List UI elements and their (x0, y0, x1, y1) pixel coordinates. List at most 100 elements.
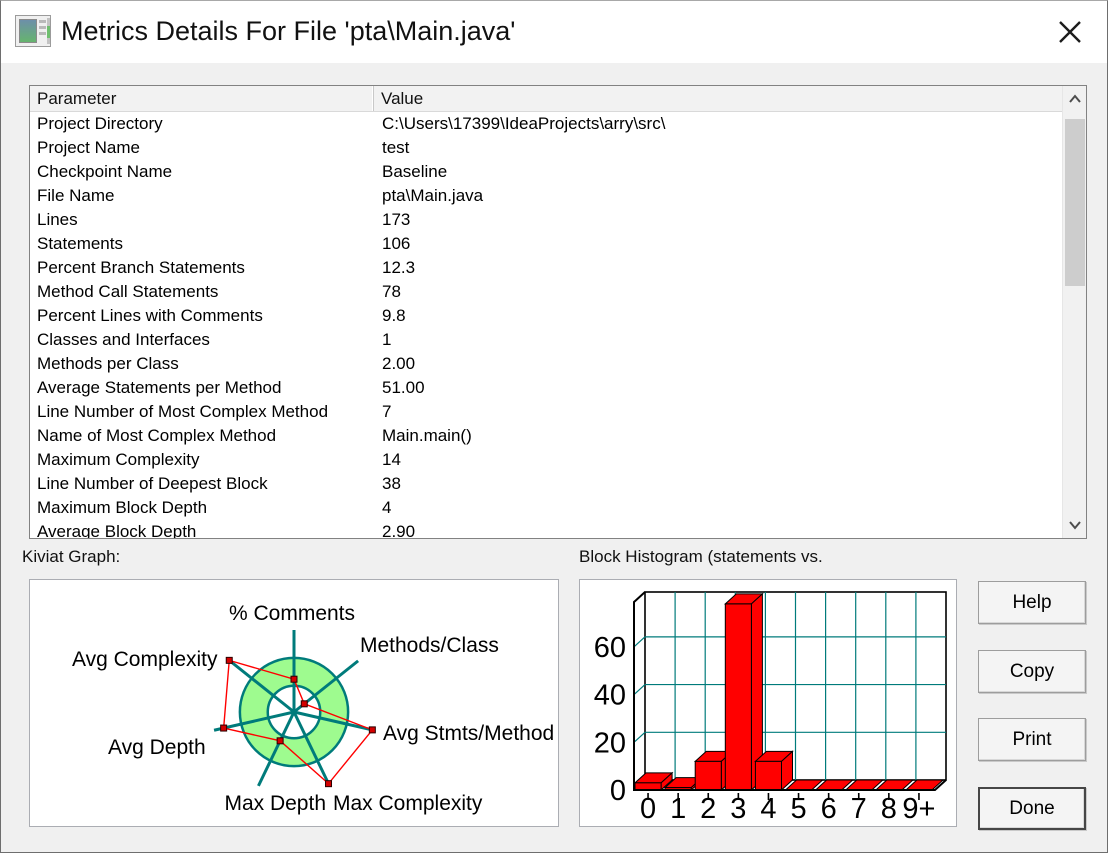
table-row: Project Directory C:\Users\17399\IdeaProj… (30, 112, 1062, 136)
value-cell: 2.90 (382, 522, 416, 538)
close-icon (1059, 21, 1081, 43)
value-cell: 4 (382, 498, 392, 517)
parameter-cell: Maximum Block Depth (37, 498, 208, 517)
table-row: Methods per Class 2.00 (30, 352, 1062, 376)
table-row: Checkpoint Name Baseline (30, 160, 1062, 184)
svg-text:40: 40 (594, 680, 626, 712)
table-row: Average Statements per Method 51.00 (30, 376, 1062, 400)
chevron-up-icon (1069, 94, 1081, 103)
parameter-column-header[interactable]: Parameter (30, 86, 374, 111)
metrics-table-body: Project Directory C:\Users\17399\IdeaProj… (30, 112, 1062, 538)
parameter-cell: Line Number of Deepest Block (37, 474, 268, 493)
svg-text:20: 20 (594, 727, 626, 759)
kiviat-graph-panel: % Comments Methods/Class Avg Stmts/Method M… (29, 579, 559, 827)
parameter-cell: Project Directory (37, 114, 163, 133)
value-cell: pta\Main.java (382, 186, 484, 205)
table-row: Statements 106 (30, 232, 1062, 256)
chevron-down-icon (1069, 521, 1081, 530)
svg-text:Avg Complexity: Avg Complexity (72, 648, 218, 671)
parameter-cell: File Name (37, 186, 115, 205)
value-cell: C:\Users\17399\IdeaProjects\arry\src\ (382, 114, 666, 133)
value-cell: Baseline (382, 162, 448, 181)
value-cell: 51.00 (382, 378, 425, 397)
table-row: Maximum Block Depth 4 (30, 496, 1062, 520)
parameter-cell: Project Name (37, 138, 140, 157)
parameter-cell: Maximum Complexity (37, 450, 200, 469)
value-cell: 14 (382, 450, 401, 469)
svg-text:7: 7 (851, 793, 867, 825)
svg-text:60: 60 (594, 632, 626, 664)
parameter-cell: Lines (37, 210, 78, 229)
parameter-cell: Percent Branch Statements (37, 258, 245, 277)
table-row: Line Number of Most Complex Method 7 (30, 400, 1062, 424)
table-row: Percent Lines with Comments 9.8 (30, 304, 1062, 328)
kiviat-radar-chart: % CommentsMethods/Class Avg Stmts/Method M… (72, 602, 554, 815)
table-row: Line Number of Deepest Block 38 (30, 472, 1062, 496)
parameter-cell: Percent Lines with Comments (37, 306, 263, 325)
value-cell: 78 (382, 282, 401, 301)
parameter-cell: Name of Most Complex Method (37, 426, 277, 445)
table-row: Name of Most Complex Method Main.main() (30, 424, 1062, 448)
close-button[interactable] (1051, 13, 1089, 51)
svg-text:6: 6 (821, 793, 837, 825)
app-icon-bar (47, 18, 50, 44)
done-button[interactable]: Done (978, 787, 1086, 830)
table-row: Classes and Interfaces 1 (30, 328, 1062, 352)
value-cell: 12.3 (382, 258, 416, 277)
parameter-cell: Classes and Interfaces (37, 330, 210, 349)
svg-text:Max Complexity: Max Complexity (333, 792, 483, 815)
table-row: Percent Branch Statements 12.3 (30, 256, 1062, 280)
parameter-cell: Statements (37, 234, 123, 253)
svg-text:% Comments: % Comments (229, 602, 355, 625)
svg-text:0: 0 (610, 775, 626, 807)
table-row: Average Block Depth 2.90 (30, 520, 1062, 538)
block-histogram-chart: 0 1 2 3 4 5 6 7 8 9+0204060 (594, 591, 947, 825)
vertical-scrollbar[interactable] (1062, 86, 1086, 538)
metrics-table[interactable]: Parameter Value Project Directory C:\User… (29, 85, 1087, 539)
value-column-header[interactable]: Value (374, 86, 1062, 111)
table-row: Lines 173 (30, 208, 1062, 232)
value-cell: test (382, 138, 410, 157)
svg-text:2: 2 (700, 793, 716, 825)
scroll-down-button[interactable] (1063, 512, 1086, 538)
kiviat-graph-label: Kiviat Graph: (22, 547, 121, 566)
svg-text:1: 1 (670, 793, 686, 825)
svg-text:8: 8 (881, 793, 897, 825)
scrollbar-thumb[interactable] (1065, 119, 1085, 286)
value-cell: 1 (382, 330, 392, 349)
svg-text:9+: 9+ (902, 793, 935, 825)
value-cell: 2.00 (382, 354, 416, 373)
metrics-app-icon (15, 15, 51, 47)
value-cell: 7 (382, 402, 392, 421)
value-cell: 9.8 (382, 306, 406, 325)
copy-button[interactable]: Copy (978, 650, 1086, 693)
table-header: Parameter Value (30, 86, 1062, 112)
app-icon-chart-pane (19, 19, 37, 43)
value-cell: Main.main() (382, 426, 472, 445)
svg-text:Methods/Class: Methods/Class (360, 634, 499, 657)
table-row: Method Call Statements 78 (30, 280, 1062, 304)
parameter-cell: Line Number of Most Complex Method (37, 402, 329, 421)
svg-text:Avg Stmts/Method: Avg Stmts/Method (383, 722, 554, 745)
parameter-cell: Methods per Class (37, 354, 179, 373)
print-button[interactable]: Print (978, 718, 1086, 761)
block-histogram-label: Block Histogram (statements vs. (579, 547, 823, 566)
parameter-cell: Checkpoint Name (37, 162, 173, 181)
value-cell: 173 (382, 210, 411, 229)
svg-text:4: 4 (760, 793, 776, 825)
scroll-up-button[interactable] (1063, 86, 1086, 112)
svg-text:3: 3 (730, 793, 746, 825)
value-cell: 106 (382, 234, 411, 253)
window-title: Metrics Details For File 'pta\Main.java' (61, 16, 516, 46)
table-row: File Name pta\Main.java (30, 184, 1062, 208)
value-cell: 38 (382, 474, 401, 493)
svg-text:5: 5 (790, 793, 806, 825)
svg-text:Max Depth: Max Depth (224, 792, 326, 815)
svg-text:0: 0 (640, 793, 656, 825)
help-button[interactable]: Help (978, 581, 1086, 624)
svg-text:Avg Depth: Avg Depth (108, 736, 206, 759)
titlebar: Metrics Details For File 'pta\Main.java' (1, 1, 1107, 63)
app-icon-list-pane (39, 20, 46, 42)
parameter-cell: Average Statements per Method (37, 378, 282, 397)
parameter-cell: Average Block Depth (37, 522, 197, 538)
